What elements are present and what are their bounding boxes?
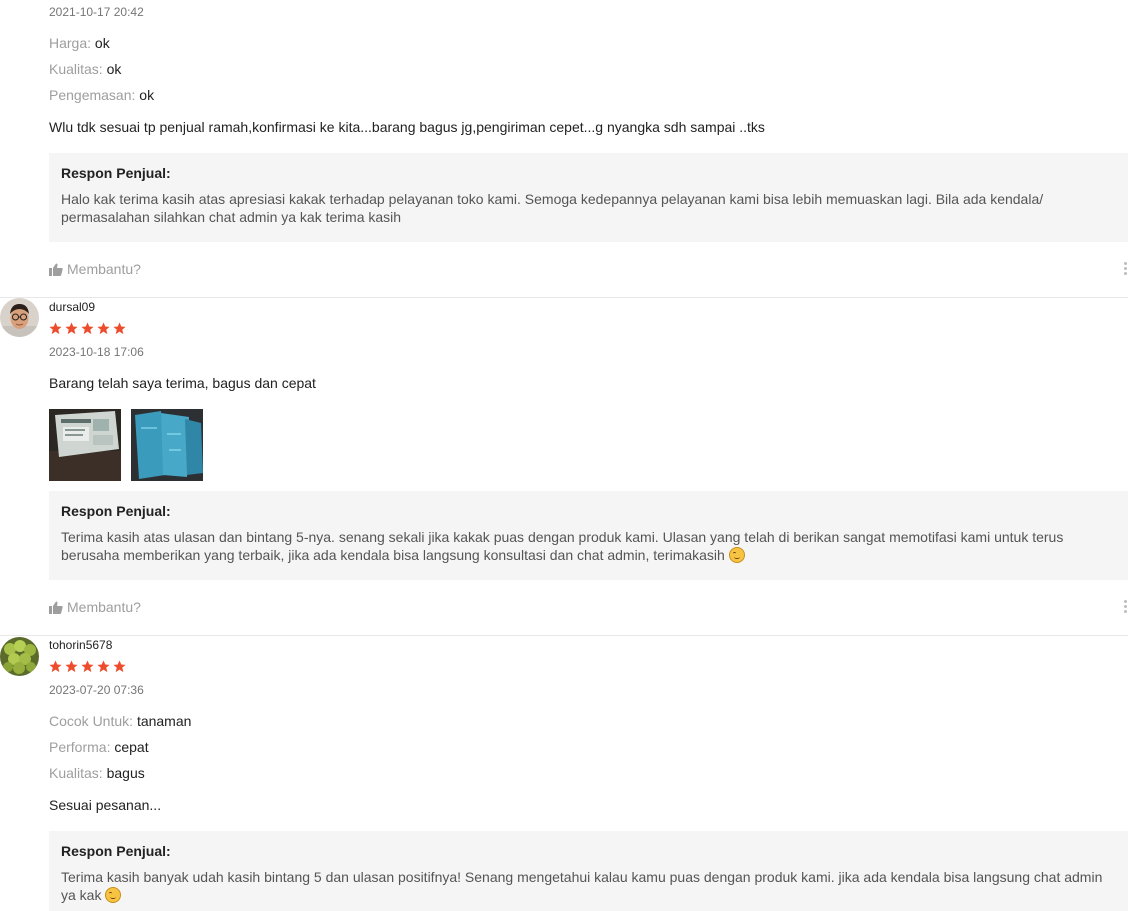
divider [0, 635, 1128, 636]
star-icon [81, 660, 94, 673]
star-icon [65, 322, 78, 335]
review-date: 2021-10-17 20:42 [49, 5, 144, 19]
seller-response-text: Terima kasih atas ulasan dan bintang 5-n… [61, 529, 1064, 563]
smile-emoji-icon [105, 887, 122, 903]
seller-response-text: Terima kasih banyak udah kasih bintang 5… [61, 869, 1103, 903]
divider [0, 297, 1128, 298]
star-icon [65, 660, 78, 673]
review-attribute: Kualitas: ok [49, 61, 121, 77]
seller-response-title: Respon Penjual: [61, 843, 171, 859]
product-photo [131, 409, 203, 481]
seller-response-text: Halo kak terima kasih atas apresiasi kak… [61, 191, 1044, 225]
thumbs-up-icon [49, 263, 63, 276]
star-icon [49, 660, 62, 673]
thumbs-up-icon [49, 601, 63, 614]
attribute-value: ok [139, 87, 155, 103]
seller-response: Respon Penjual: Terima kasih atas ulasan… [49, 491, 1128, 580]
attribute-value: ok [106, 61, 122, 77]
review-comment: Barang telah saya terima, bagus dan cepa… [49, 375, 316, 391]
star-icon [97, 660, 110, 673]
star-icon [113, 322, 126, 335]
star-icon [113, 660, 126, 673]
attribute-key: Cocok Untuk: [49, 713, 134, 729]
attribute-value: tanaman [136, 713, 192, 729]
seller-response-title: Respon Penjual: [61, 165, 171, 181]
seller-response-title: Respon Penjual: [61, 503, 171, 519]
star-rating [49, 660, 126, 673]
attribute-value: bagus [106, 765, 145, 781]
attribute-value: cepat [114, 739, 149, 755]
star-icon [97, 322, 110, 335]
review-photo[interactable] [131, 409, 203, 481]
attribute-key: Pengemasan: [49, 87, 136, 103]
review-date: 2023-07-20 07:36 [49, 683, 144, 697]
package-photo [49, 409, 121, 481]
username: dursal09 [49, 300, 96, 314]
smile-emoji-icon [728, 547, 745, 563]
avatar[interactable] [0, 298, 39, 337]
helpful-button[interactable]: Membantu? [49, 599, 141, 615]
more-options-icon[interactable] [1124, 262, 1128, 275]
attribute-value: ok [94, 35, 110, 51]
attribute-key: Harga: [49, 35, 92, 51]
attribute-key: Performa: [49, 739, 111, 755]
review-attribute: Harga: ok [49, 35, 110, 51]
avatar[interactable] [0, 637, 39, 676]
star-icon [49, 322, 62, 335]
star-rating [49, 322, 126, 335]
review-date: 2023-10-18 17:06 [49, 345, 144, 359]
more-options-icon[interactable] [1124, 600, 1128, 613]
review-attribute: Performa: cepat [49, 739, 149, 755]
attribute-key: Kualitas: [49, 61, 103, 77]
review-attribute: Cocok Untuk: tanaman [49, 713, 191, 729]
user-avatar-image [0, 298, 39, 337]
review-attribute: Kualitas: bagus [49, 765, 145, 781]
review-comment: Wlu tdk sesuai tp penjual ramah,konfirma… [49, 119, 765, 135]
helpful-label: Membantu? [67, 599, 141, 615]
user-avatar-image [0, 637, 39, 676]
attribute-key: Kualitas: [49, 765, 103, 781]
review-attribute: Pengemasan: ok [49, 87, 154, 103]
review-comment: Sesuai pesanan... [49, 797, 162, 813]
seller-response-body: Terima kasih banyak udah kasih bintang 5… [61, 868, 1116, 904]
username: tohorin5678 [49, 638, 113, 652]
helpful-button[interactable]: Membantu? [49, 261, 141, 277]
seller-response: Respon Penjual: Terima kasih banyak udah… [49, 831, 1128, 911]
seller-response: Respon Penjual: Halo kak terima kasih at… [49, 153, 1128, 242]
helpful-label: Membantu? [67, 261, 141, 277]
review-photo[interactable] [49, 409, 121, 481]
star-icon [81, 322, 94, 335]
seller-response-body: Terima kasih atas ulasan dan bintang 5-n… [61, 528, 1116, 564]
